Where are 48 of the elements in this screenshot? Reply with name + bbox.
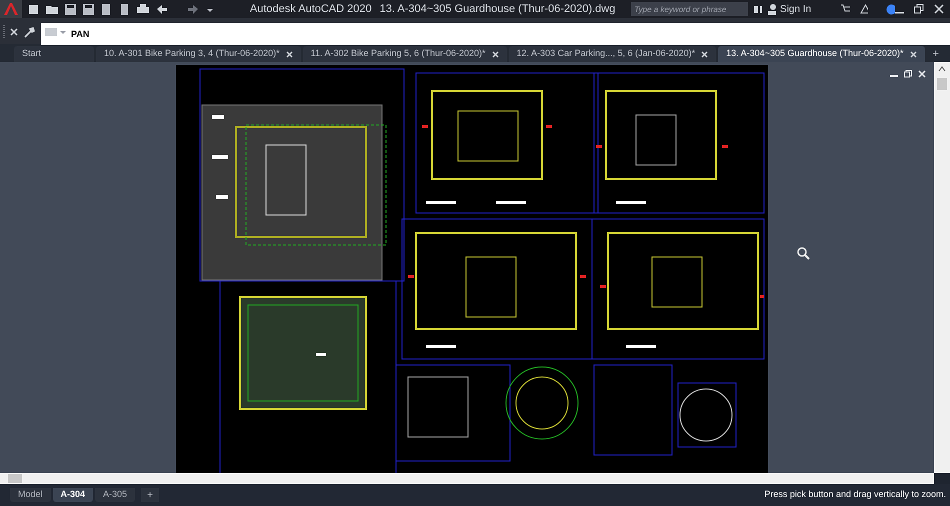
layout-tab[interactable]: A-305 — [95, 488, 136, 502]
close-icon[interactable] — [934, 4, 944, 14]
layout-tab[interactable]: Model — [10, 488, 51, 502]
restore-icon[interactable] — [904, 70, 912, 78]
scrollbar-thumb[interactable] — [937, 78, 947, 90]
file-tab[interactable]: 11. A-302 Bike Parking 5, 6 (Thur-06-2020)* — [302, 46, 507, 62]
scroll-up-icon[interactable] — [938, 66, 946, 72]
triangle-icon[interactable] — [860, 4, 868, 14]
application-title: Autodesk AutoCAD 2020 — [250, 2, 372, 17]
command-line-field[interactable]: PAN — [41, 23, 950, 45]
close-tab-icon[interactable] — [910, 50, 917, 58]
close-tab-icon[interactable] — [492, 50, 499, 58]
close-tab-icon[interactable] — [286, 50, 293, 58]
close-tab-icon[interactable] — [701, 50, 708, 58]
open-folder-icon[interactable] — [46, 4, 58, 14]
file-tab[interactable]: 10. A-301 Bike Parking 3, 4 (Thur-06-2020)* — [96, 46, 301, 62]
horizontal-scrollbar[interactable] — [0, 473, 934, 484]
user-icon — [768, 4, 776, 14]
prompt-icon — [45, 28, 57, 36]
layout-tab[interactable]: A-304 — [52, 488, 94, 502]
file-tab[interactable]: 12. A-303 Car Parking..., 5, 6 (Jan-06-2020)* — [508, 46, 716, 62]
close-icon[interactable] — [10, 28, 18, 36]
vertical-scrollbar[interactable] — [934, 62, 950, 473]
save-icon[interactable] — [64, 4, 76, 14]
restore-icon[interactable] — [914, 4, 924, 14]
search-field[interactable]: Type a keyword or phrase — [631, 2, 748, 16]
grip-icon[interactable] — [3, 25, 6, 39]
document-title: 13. A-304~305 Guardhouse (Thur-06-2020).dwg — [380, 2, 616, 17]
cart-icon[interactable] — [841, 4, 850, 14]
print-icon[interactable] — [136, 4, 149, 14]
letter-a-logo-icon — [2, 2, 19, 16]
wrench-icon[interactable] — [24, 26, 35, 38]
dropdown-arrow-icon — [60, 29, 66, 35]
save-as-icon[interactable] — [82, 4, 94, 14]
new-file-icon[interactable] — [28, 4, 39, 14]
document-icon[interactable] — [100, 4, 112, 14]
sign-in-button[interactable]: Sign In — [780, 2, 812, 16]
new-tab-button[interactable]: + — [926, 46, 945, 62]
close-icon[interactable] — [918, 70, 926, 78]
phone-icon[interactable] — [118, 4, 130, 14]
new-layout-button[interactable]: + — [141, 488, 159, 502]
binoculars-icon[interactable] — [754, 4, 762, 14]
file-tab[interactable]: 13. A-304~305 Guardhouse (Thur-06-2020)* — [718, 46, 925, 62]
scrollbar-thumb[interactable] — [8, 474, 22, 483]
status-prompt: Press pick button and drag vertically to zoom. — [764, 488, 946, 502]
file-tab[interactable]: Start — [14, 46, 94, 62]
zoom-cursor-icon — [797, 247, 810, 260]
help-icon[interactable] — [886, 4, 895, 14]
